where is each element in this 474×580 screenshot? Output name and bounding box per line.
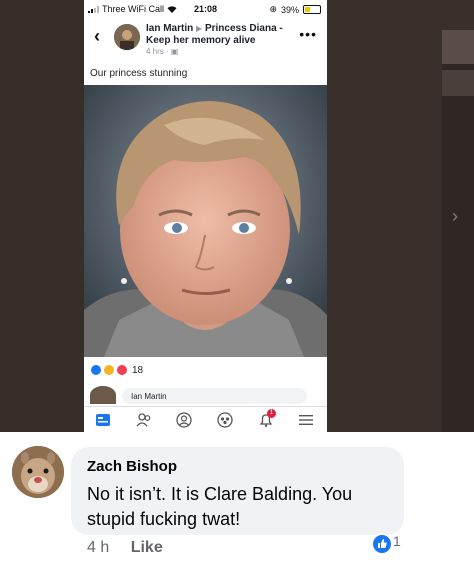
comment-bubble[interactable]: Zach Bishop No it isn’t. It is Clare Bal…	[71, 447, 404, 535]
orientation-lock-icon: ⊕	[269, 4, 277, 14]
avatar[interactable]	[114, 24, 140, 50]
reaction-summary[interactable]: 18	[90, 364, 143, 376]
arrow-icon: ▶	[196, 24, 203, 33]
chevron-right-icon[interactable]: ›	[452, 206, 458, 227]
menu-icon[interactable]	[298, 412, 314, 428]
portrait-image	[84, 85, 327, 357]
post-header: ‹ Ian Martin ▶ Princess Diana - Keep her…	[84, 18, 327, 60]
groups-icon[interactable]	[217, 412, 233, 428]
post-time: 4 hrs	[146, 47, 164, 56]
like-reaction-badge[interactable]	[371, 533, 393, 555]
post-timestamp: 4 hrs · ▣	[146, 47, 178, 56]
back-arrow-icon[interactable]: ‹	[94, 26, 100, 47]
tab-bar: 1	[84, 406, 327, 432]
status-bar: Three WiFi Call 21:08 ⊕ 39%	[84, 0, 327, 18]
author-name[interactable]: Ian Martin	[146, 23, 193, 34]
post-photo[interactable]	[84, 85, 327, 357]
side-panel-bar	[442, 30, 474, 64]
post-caption: Our princess stunning	[90, 68, 188, 79]
friends-icon[interactable]	[136, 412, 152, 428]
more-options-icon[interactable]: •••	[299, 26, 317, 42]
news-feed-icon[interactable]	[95, 412, 111, 428]
reaction-count: 18	[132, 364, 144, 376]
battery-icon	[303, 5, 321, 14]
background-left	[0, 0, 84, 432]
comment-like-count: 1	[393, 533, 401, 549]
notification-badge: 1	[267, 409, 276, 418]
love-reaction-icon	[116, 364, 128, 376]
side-panel-bar	[442, 70, 474, 96]
battery-percent: 39%	[280, 4, 299, 15]
comment-time: 4 h	[87, 539, 110, 556]
avatar[interactable]	[12, 446, 64, 498]
comment-preview[interactable]: Ian Martin	[90, 386, 327, 406]
comment-section: Zach Bishop No it isn’t. It is Clare Bal…	[0, 432, 474, 580]
squirrel-avatar-image	[12, 446, 64, 498]
post-author-line[interactable]: Ian Martin ▶ Princess Diana - Keep her m…	[146, 23, 296, 47]
comment-meta: 4 h Like	[87, 539, 163, 557]
phone-screenshot: Three WiFi Call 21:08 ⊕ 39% ‹ Ian Martin…	[84, 0, 327, 432]
audience-icon: · ▣	[166, 47, 179, 56]
comment-preview-name: Ian Martin	[122, 388, 307, 404]
thumbs-up-icon	[378, 539, 387, 548]
comment-text: No it isn’t. It is Clare Balding. You st…	[87, 484, 353, 529]
avatar-image	[114, 24, 140, 50]
haha-reaction-icon	[103, 364, 115, 376]
avatar[interactable]	[90, 386, 116, 404]
comment-author[interactable]: Zach Bishop	[87, 458, 177, 475]
like-button[interactable]: Like	[131, 539, 163, 556]
profile-icon[interactable]	[176, 412, 192, 428]
notifications-tab[interactable]: 1	[258, 409, 276, 428]
like-reaction-icon	[90, 364, 102, 376]
